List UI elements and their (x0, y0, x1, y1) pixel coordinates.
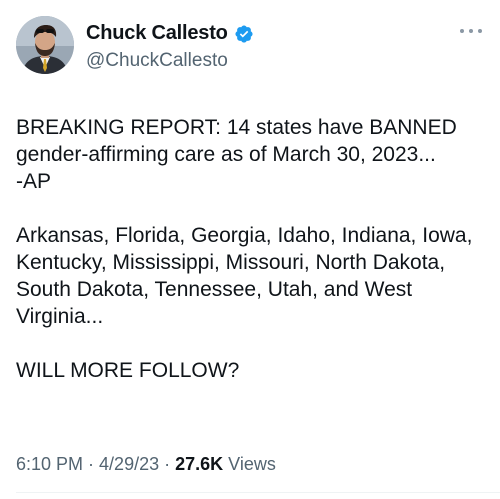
divider (16, 492, 500, 493)
tweet-paragraph: BREAKING REPORT: 14 states have BANNED g… (16, 116, 457, 193)
author-display-name[interactable]: Chuck Callesto (86, 22, 228, 45)
tweet-paragraph: Arkansas, Florida, Georgia, Idaho, India… (16, 224, 473, 328)
verified-badge-icon[interactable] (234, 24, 254, 44)
tweet-text: BREAKING REPORT: 14 states have BANNED g… (16, 114, 484, 384)
tweet-meta: 6:10 PM · 4/29/23 · 27.6K Views (16, 454, 276, 475)
more-dot (469, 29, 473, 33)
author-name-row: Chuck Callesto (86, 22, 254, 45)
tweet-time[interactable]: 6:10 PM (16, 454, 83, 475)
avatar-image (16, 16, 74, 74)
more-dot (478, 29, 482, 33)
avatar[interactable] (16, 16, 74, 74)
more-options-icon[interactable] (460, 24, 482, 38)
views-label: Views (228, 454, 276, 474)
more-dot (460, 29, 464, 33)
tweet-card: Chuck Callesto @ChuckCallesto BREAKING R… (0, 0, 500, 499)
author-handle[interactable]: @ChuckCallesto (86, 50, 228, 72)
meta-separator: · (164, 454, 171, 474)
tweet-paragraph: WILL MORE FOLLOW? (16, 359, 240, 382)
meta-separator: · (88, 454, 95, 474)
views-count: 27.6K (175, 454, 224, 474)
tweet-date[interactable]: 4/29/23 (99, 454, 159, 475)
